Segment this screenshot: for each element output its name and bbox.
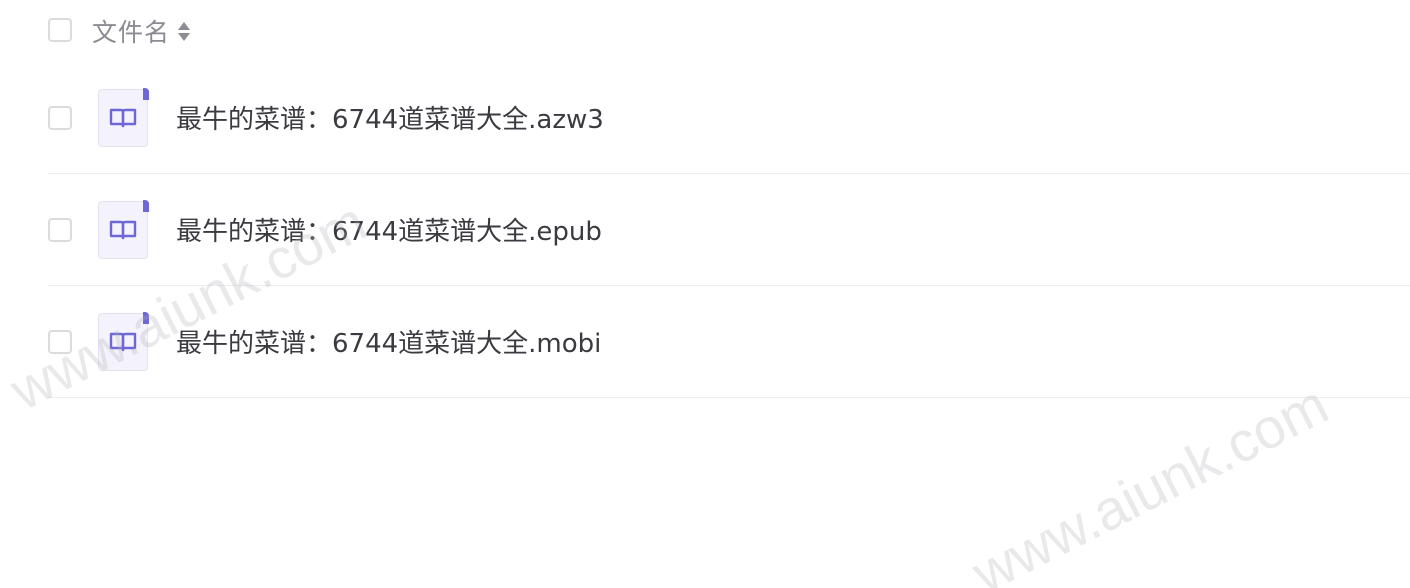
file-corner-fold — [142, 88, 149, 100]
open-book-glyph — [109, 220, 137, 239]
sort-descending-icon — [178, 32, 191, 41]
book-icon — [98, 200, 149, 259]
file-row[interactable]: 最牛的菜谱：6744道菜谱大全.azw3 — [48, 62, 1410, 174]
book-icon — [98, 312, 149, 371]
watermark-text: www.aiunk.com — [962, 372, 1338, 588]
file-row[interactable]: 最牛的菜谱：6744道菜谱大全.epub — [48, 174, 1410, 286]
sort-ascending-icon — [178, 21, 191, 30]
file-name[interactable]: 最牛的菜谱：6744道菜谱大全.azw3 — [176, 99, 604, 136]
book-icon — [98, 88, 149, 147]
sort-icon[interactable] — [178, 21, 191, 41]
select-all-checkbox[interactable] — [48, 18, 72, 42]
file-name[interactable]: 最牛的菜谱：6744道菜谱大全.epub — [176, 211, 602, 248]
file-corner-fold — [142, 200, 149, 212]
file-corner-fold — [142, 312, 149, 324]
file-row[interactable]: 最牛的菜谱：6744道菜谱大全.mobi — [48, 286, 1410, 398]
row-checkbox[interactable] — [48, 329, 72, 354]
row-checkbox[interactable] — [48, 105, 72, 130]
list-header: 文件名 — [48, 0, 1410, 62]
open-book-glyph — [109, 108, 137, 127]
row-checkbox[interactable] — [48, 217, 72, 242]
open-book-glyph — [109, 332, 137, 351]
column-header-filename[interactable]: 文件名 — [92, 13, 170, 49]
file-list: 文件名 最牛的菜谱：6744道菜谱大全.azw3 最牛的菜谱：6744道菜谱大全… — [48, 0, 1410, 398]
file-list-page: 文件名 最牛的菜谱：6744道菜谱大全.azw3 最牛的菜谱：6744道菜谱大全… — [0, 0, 1410, 588]
file-name[interactable]: 最牛的菜谱：6744道菜谱大全.mobi — [176, 323, 601, 360]
